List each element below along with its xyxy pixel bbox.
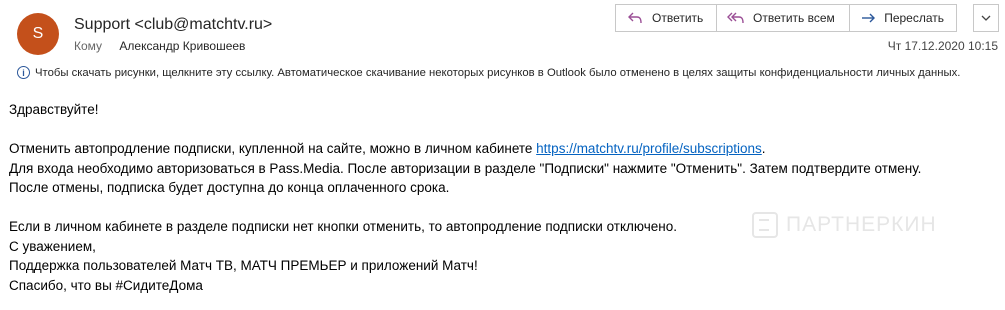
- body-line-7: Спасибо, что вы #СидитеДома: [9, 277, 203, 293]
- body-line-1-text: Отменить автопродление подписки, купленн…: [9, 141, 537, 156]
- watermark-text: ПАРТНЕРКИН: [786, 213, 937, 236]
- forward-icon: [860, 11, 876, 25]
- reply-icon: [626, 11, 644, 25]
- infobar-text: Чтобы скачать рисунки, щелкните эту ссыл…: [35, 66, 961, 79]
- reply-button[interactable]: Ответить: [616, 5, 717, 31]
- image-download-infobar[interactable]: i Чтобы скачать рисунки, щелкните эту сс…: [17, 64, 998, 81]
- message-actions-toolbar: Ответить Ответить всем Переслать: [615, 4, 957, 32]
- email-reading-pane: S Support <club@matchtv.ru> Кому Алексан…: [0, 0, 1005, 310]
- recipient-line: Кому Александр Кривошеев: [74, 39, 245, 53]
- subscriptions-link[interactable]: https://matchtv.ru/profile/subscriptions: [536, 141, 762, 156]
- body-line-5: С уважением,: [9, 238, 96, 254]
- greeting: Здравствуйте!: [9, 102, 99, 117]
- recipient-name[interactable]: Александр Кривошеев: [119, 39, 245, 53]
- reply-all-label: Ответить всем: [753, 11, 835, 25]
- info-icon: i: [17, 66, 30, 79]
- to-label: Кому: [74, 39, 103, 53]
- body-line-6: Поддержка пользователей Матч ТВ, МАТЧ ПР…: [9, 258, 478, 273]
- reply-label: Ответить: [652, 11, 704, 25]
- more-actions-button[interactable]: [973, 4, 999, 32]
- forward-button[interactable]: Переслать: [850, 5, 956, 31]
- reply-all-icon: [727, 11, 745, 25]
- forward-label: Переслать: [884, 11, 944, 25]
- sent-timestamp: Чт 17.12.2020 10:15: [887, 39, 998, 53]
- watermark-logo-icon: [752, 212, 778, 238]
- sender-name[interactable]: Support <club@matchtv.ru>: [74, 16, 272, 34]
- more-icon: [980, 9, 992, 27]
- body-line-1-end: .: [761, 141, 766, 156]
- body-line-2: Для входа необходимо авторизоваться в Pa…: [9, 160, 922, 176]
- body-line-1: Отменить автопродление подписки, купленн…: [9, 139, 989, 159]
- body-line-3: После отмены, подписка будет доступна до…: [9, 180, 450, 195]
- watermark: ПАРТНЕРКИН: [752, 212, 937, 238]
- avatar: S: [17, 13, 59, 55]
- avatar-initial: S: [32, 25, 44, 42]
- reply-all-button[interactable]: Ответить всем: [717, 5, 850, 31]
- message-body: Здравствуйте! Отменить автопродление под…: [9, 100, 989, 295]
